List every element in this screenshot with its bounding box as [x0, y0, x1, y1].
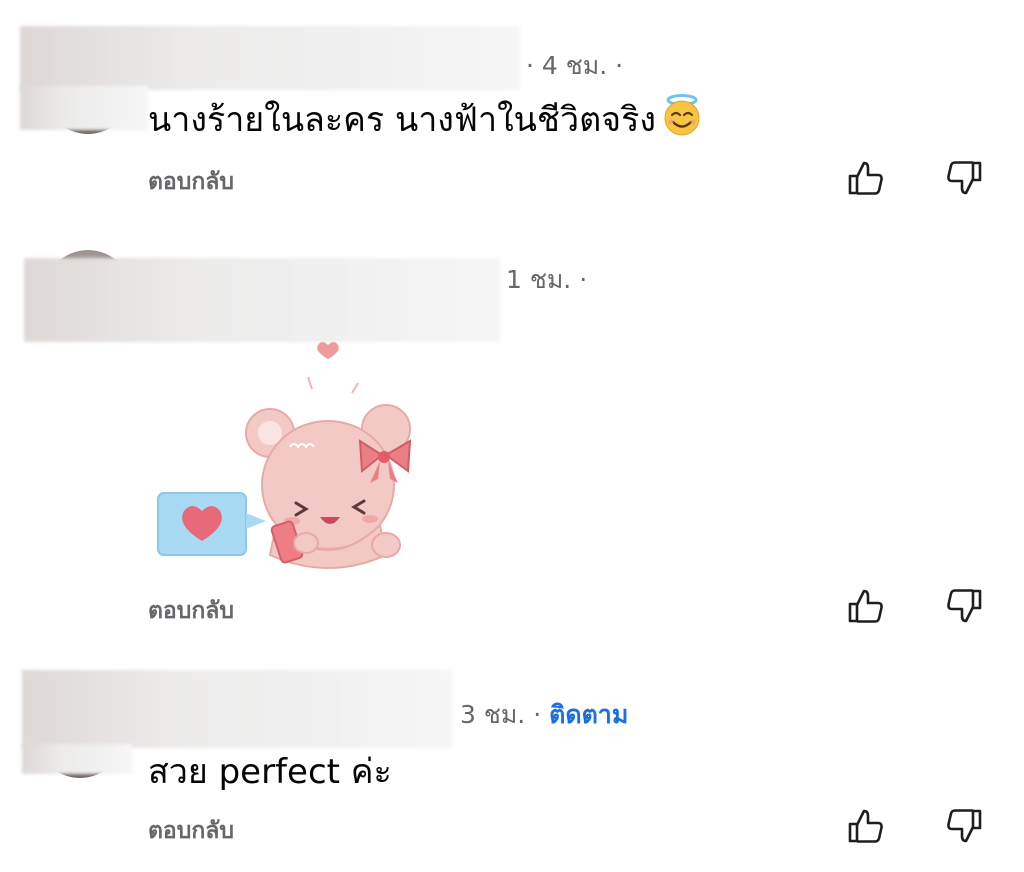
reply-button[interactable]: ตอบกลับ: [148, 813, 234, 849]
reply-button[interactable]: ตอบกลับ: [148, 593, 234, 629]
comment-timestamp: 3 ชม. ·: [460, 700, 542, 729]
comment-text-content: นางร้ายในละคร นางฟ้าในชีวิตจริง: [148, 100, 656, 140]
downvote-button[interactable]: [944, 586, 984, 626]
heart-icon: [317, 342, 339, 359]
thumbs-up-icon: [848, 809, 883, 843]
redacted-avatar-area: [22, 744, 132, 774]
redacted-name: [22, 670, 452, 748]
comment-item: 1 ชม. · ตอบกลับ: [0, 230, 1024, 650]
follow-link[interactable]: ติดตาม: [549, 700, 628, 729]
pink-bear-heart-phone-sticker[interactable]: [152, 335, 432, 575]
comment-text: สวย perfect ค่ะ: [148, 752, 392, 792]
redacted-name: [24, 258, 500, 342]
redacted-name: [20, 26, 520, 90]
comment-timestamp: 1 ชม. ·: [506, 265, 588, 294]
upvote-button[interactable]: [846, 158, 886, 198]
comment-meta: 3 ชม. · ติดตาม: [460, 695, 628, 735]
comment-timestamp: · 4 ชม. ·: [526, 51, 624, 80]
thumbs-down-icon: [947, 161, 982, 195]
thumbs-down-icon: [947, 809, 982, 843]
comment-item: 3 ชม. · ติดตาม สวย perfect ค่ะ ตอบกลับ: [0, 660, 1024, 872]
upvote-button[interactable]: [846, 586, 886, 626]
comment-thread: · 4 ชม. · นางร้ายในละคร นางฟ้าในชีวิตจริ…: [0, 0, 1024, 872]
thumbs-up-icon: [848, 589, 883, 623]
thumbs-up-icon: [848, 161, 883, 195]
upvote-button[interactable]: [846, 806, 886, 846]
comment-text: นางร้ายในละคร นางฟ้าในชีวิตจริง: [148, 92, 704, 146]
redacted-avatar-area: [20, 86, 148, 130]
downvote-button[interactable]: [944, 806, 984, 846]
smiling-face-with-halo-icon: [664, 94, 700, 136]
comment-item: · 4 ชม. · นางร้ายในละคร นางฟ้าในชีวิตจริ…: [0, 0, 1024, 220]
reply-button[interactable]: ตอบกลับ: [148, 164, 234, 200]
thumbs-down-icon: [947, 589, 982, 623]
downvote-button[interactable]: [944, 158, 984, 198]
